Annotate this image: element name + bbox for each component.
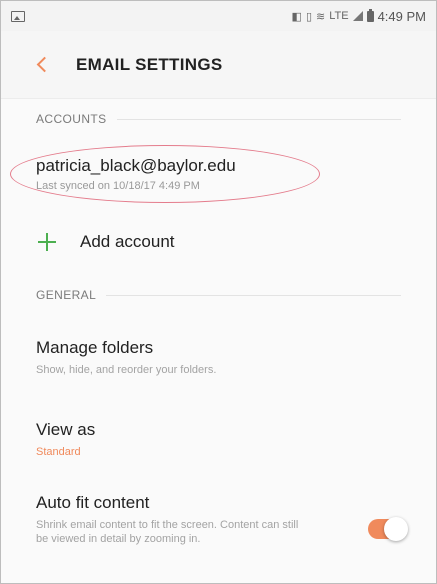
lte-label: LTE <box>329 10 349 22</box>
item-title: View as <box>36 419 96 439</box>
auto-fit-toggle[interactable] <box>368 517 408 541</box>
add-account-button[interactable]: Add account <box>1 209 436 275</box>
view-as-value: Standard <box>36 445 81 458</box>
section-label: ACCOUNTS <box>36 112 107 126</box>
toggle-knob <box>384 517 408 541</box>
settings-list: ACCOUNTS patricia_black@baylor.edu Last … <box>1 99 436 579</box>
account-email: patricia_black@baylor.edu <box>36 156 236 175</box>
nfc-icon: ◧ <box>291 10 302 23</box>
add-account-label: Add account <box>80 232 175 251</box>
item-title: Auto fit content <box>36 493 150 512</box>
status-time: 4:49 PM <box>377 8 426 24</box>
status-icons: ◧ ▯ ≋ LTE 4:49 PM <box>291 8 426 24</box>
app-header: EMAIL SETTINGS <box>1 31 436 99</box>
chevron-left-icon <box>36 56 52 73</box>
item-subtitle: Show, hide, and reorder your folders. <box>36 363 217 376</box>
divider <box>106 294 401 296</box>
account-item[interactable]: patricia_black@baylor.edu Last synced on… <box>1 139 436 209</box>
back-button[interactable] <box>34 53 54 77</box>
divider <box>116 118 401 120</box>
manage-folders-item[interactable]: Manage folders Show, hide, and reorder y… <box>1 315 436 399</box>
battery-icon <box>366 8 374 22</box>
plus-icon <box>36 231 58 253</box>
view-as-item[interactable]: View as Standard <box>1 399 436 479</box>
phone-screen: ◧ ▯ ≋ LTE 4:49 PM EMAIL SETTINGS ACCOUNT… <box>0 0 437 584</box>
section-header-general: GENERAL <box>1 275 436 315</box>
signal-icon <box>352 11 363 21</box>
status-bar: ◧ ▯ ≋ LTE 4:49 PM <box>1 1 436 31</box>
vibrate-icon: ▯ <box>305 10 312 23</box>
page-title: EMAIL SETTINGS <box>76 54 223 74</box>
item-title: Manage folders <box>36 337 154 357</box>
wifi-icon: ≋ <box>316 10 326 23</box>
gallery-icon <box>11 10 25 22</box>
item-subtitle: Shrink email content to fit the screen. … <box>36 519 299 545</box>
section-label: GENERAL <box>36 288 97 302</box>
section-header-accounts: ACCOUNTS <box>1 99 436 139</box>
auto-fit-item[interactable]: Auto fit content Shrink email content to… <box>1 479 436 579</box>
last-synced: Last synced on 10/18/17 4:49 PM <box>36 180 200 192</box>
